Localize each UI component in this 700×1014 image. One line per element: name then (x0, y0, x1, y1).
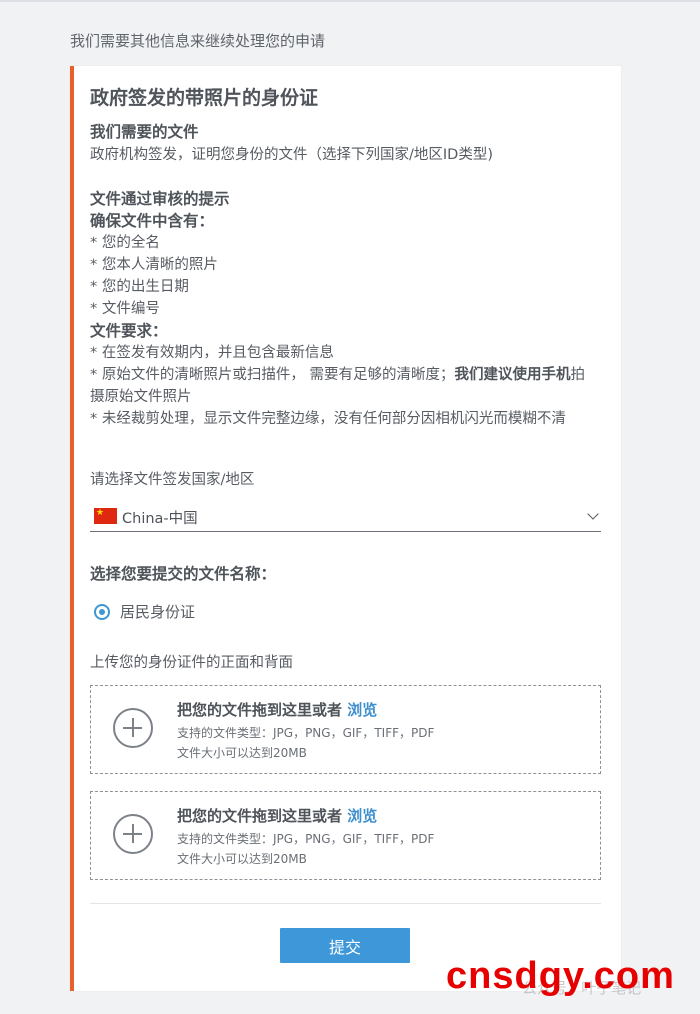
docs-needed-heading: 我们需要的文件 (90, 123, 199, 141)
dropzone-drag-text: 把您的文件拖到这里或者 (177, 701, 348, 719)
plus-circle-icon[interactable] (113, 708, 153, 748)
browse-link[interactable]: 浏览 (347, 807, 377, 825)
country-select-value: China-中国 (122, 511, 198, 527)
requirement-item: * 原始文件的清晰照片或扫描件， 需要有足够的清晰度；我们建议使用手机拍摄原始文… (90, 364, 595, 408)
requirement-text: * 原始文件的清晰照片或扫描件， 需要有足够的清晰度； (90, 367, 455, 383)
dropzone-size-limit: 文件大小可以达到20MB (177, 746, 307, 760)
ensure-item: * 您的出生日期 (90, 279, 189, 295)
dropzone-size-limit: 文件大小可以达到20MB (177, 852, 307, 866)
top-divider (0, 0, 700, 2)
browse-link[interactable]: 浏览 (347, 701, 377, 719)
chevron-down-icon (587, 508, 599, 520)
upload-heading: 上传您的身份证件的正面和背面 (90, 655, 293, 671)
ensure-item: * 文件编号 (90, 301, 160, 317)
page-heading: 我们需要其他信息来继续处理您的申请 (70, 32, 326, 50)
country-select-label: 请选择文件签发国家/地区 (90, 472, 255, 488)
id-document-card: 政府签发的带照片的身份证 我们需要的文件 政府机构签发，证明您身份的文件（选择下… (70, 66, 621, 991)
resident-id-radio-label[interactable]: 居民身份证 (120, 601, 195, 622)
country-select[interactable]: ★ China-中国 (90, 504, 601, 532)
ensure-heading: 确保文件中含有： (90, 212, 215, 230)
ensure-item: * 您本人清晰的照片 (90, 257, 218, 273)
requirement-emphasis: 我们建议使用手机 (454, 367, 571, 383)
resident-id-radio[interactable] (94, 604, 110, 620)
upload-dropzone-back[interactable]: 把您的文件拖到这里或者 浏览 支持的文件类型：JPG，PNG，GIF，TIFF，… (90, 791, 601, 880)
dropzone-drag-text: 把您的文件拖到这里或者 (177, 807, 348, 825)
requirement-item: * 在签发有效期内，并且包含最新信息 (90, 345, 334, 361)
dropzone-file-types: 支持的文件类型：JPG，PNG，GIF，TIFF，PDF (177, 726, 435, 740)
requirements-heading: 文件要求： (90, 322, 168, 340)
watermark-text: cnsdgy.com (446, 955, 675, 997)
section-divider (90, 903, 601, 904)
plus-circle-icon[interactable] (113, 814, 153, 854)
china-flag-icon: ★ (94, 508, 117, 524)
submit-button[interactable]: 提交 (280, 928, 410, 963)
requirement-item: * 未经裁剪处理，显示文件完整边缘，没有任何部分因相机闪光而模糊不清 (90, 411, 566, 427)
tips-heading: 文件通过审核的提示 (90, 190, 230, 208)
dropzone-file-types: 支持的文件类型：JPG，PNG，GIF，TIFF，PDF (177, 832, 435, 846)
docs-needed-desc: 政府机构签发，证明您身份的文件（选择下列国家/地区ID类型) (90, 147, 493, 163)
upload-dropzone-front[interactable]: 把您的文件拖到这里或者 浏览 支持的文件类型：JPG，PNG，GIF，TIFF，… (90, 685, 601, 774)
ensure-item: * 您的全名 (90, 235, 160, 251)
document-type-heading: 选择您要提交的文件名称： (90, 565, 277, 583)
card-title: 政府签发的带照片的身份证 (90, 87, 319, 109)
